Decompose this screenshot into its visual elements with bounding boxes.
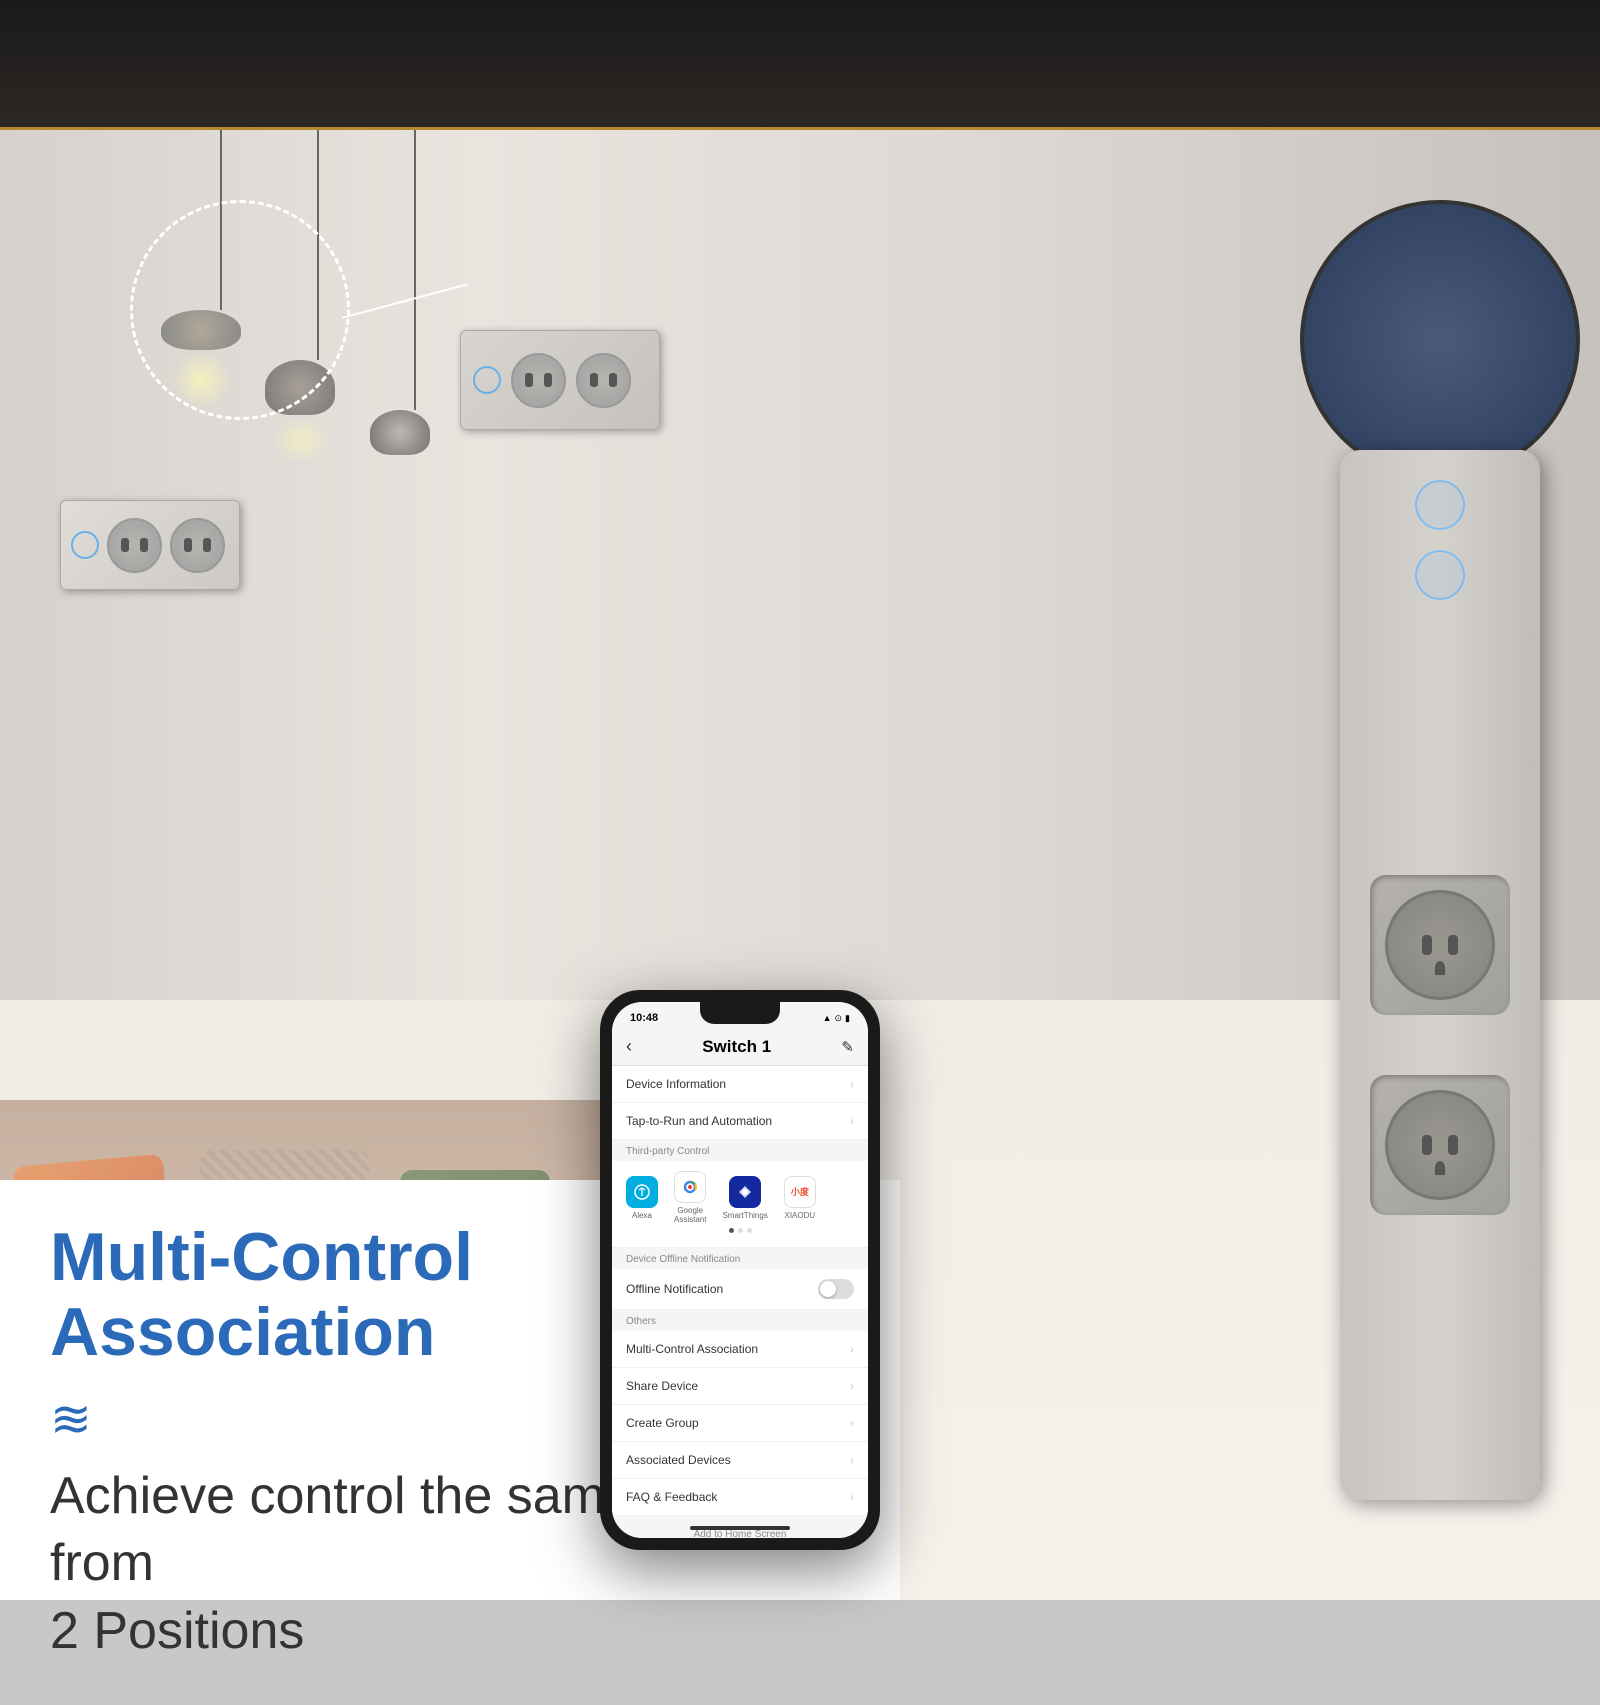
xiaodu-item[interactable]: 小度 XIAODU: [784, 1176, 816, 1220]
chevron-icon-associated: ›: [850, 1453, 854, 1467]
chevron-icon-multi-control: ›: [850, 1342, 854, 1356]
alexa-icon: [626, 1176, 658, 1208]
menu-item-share-device[interactable]: Share Device ›: [612, 1368, 868, 1405]
touch-button-2[interactable]: [473, 366, 501, 394]
battery-icon: ▮: [845, 1013, 850, 1024]
google-assistant-icon: [674, 1171, 706, 1203]
switch-panel-center: [460, 330, 660, 430]
offline-notification-toggle[interactable]: [818, 1279, 854, 1299]
menu-item-faq-label: FAQ & Feedback: [626, 1490, 717, 1504]
touch-button-1[interactable]: [71, 531, 99, 559]
outlet-slot-left-2: [1422, 1135, 1432, 1155]
ceiling: [0, 0, 1600, 130]
app-title: Switch 1: [632, 1037, 841, 1057]
others-label: Others: [626, 1316, 656, 1327]
menu-item-faq[interactable]: FAQ & Feedback ›: [612, 1479, 868, 1516]
status-time: 10:48: [630, 1012, 658, 1024]
menu-item-create-group-label: Create Group: [626, 1416, 699, 1430]
device-touch-button-2[interactable]: [1415, 550, 1465, 600]
subtitle-line2: 2 Positions: [50, 1602, 304, 1660]
device-touch-button-1[interactable]: [1415, 480, 1465, 530]
third-party-section-header: Third-party Control: [612, 1140, 868, 1161]
menu-item-multi-control-label: Multi-Control Association: [626, 1342, 758, 1356]
google-assistant-label: GoogleAssistant: [674, 1206, 706, 1224]
outlet-slot-left-1: [1422, 935, 1432, 955]
socket-outlet-3: [511, 353, 566, 408]
chevron-icon-create-group: ›: [850, 1416, 854, 1430]
socket-outlet-1: [107, 518, 162, 573]
menu-item-associated-devices[interactable]: Associated Devices ›: [612, 1442, 868, 1479]
outlet-slots-1: [1422, 935, 1458, 955]
smart-switch-device: [1340, 450, 1540, 1500]
offline-notification-row[interactable]: Offline Notification: [612, 1269, 868, 1310]
toggle-knob: [820, 1281, 836, 1297]
phone-mockup: 10:48 ▲ ⊙ ▮ ‹ Switch 1 ✎ Device Informat…: [600, 990, 880, 1550]
signal-icon: ▲: [823, 1013, 832, 1023]
menu-item-create-group[interactable]: Create Group ›: [612, 1405, 868, 1442]
third-party-section: Alexa GoogleAssistant: [612, 1161, 868, 1248]
others-section-header: Others: [612, 1310, 868, 1331]
wall-decoration-circle: [1300, 200, 1580, 480]
phone-screen: 10:48 ▲ ⊙ ▮ ‹ Switch 1 ✎ Device Informat…: [612, 1002, 868, 1538]
chevron-icon-tap-run: ›: [850, 1114, 854, 1128]
menu-item-share-device-label: Share Device: [626, 1379, 698, 1393]
phone-notch: [700, 1002, 780, 1024]
carousel-dots: [626, 1224, 854, 1237]
device-outlet-2: [1370, 1075, 1510, 1215]
outlet-ground-2: [1435, 1161, 1445, 1175]
pendant-light-3: [400, 130, 430, 455]
outlet-face-1: [1385, 890, 1495, 1000]
chevron-icon-share: ›: [850, 1379, 854, 1393]
third-party-label: Third-party Control: [626, 1146, 709, 1157]
alexa-label: Alexa: [632, 1211, 652, 1220]
smartthings-label: SmartThings: [722, 1211, 767, 1220]
xiaodu-label: XIAODU: [784, 1211, 815, 1220]
alexa-item[interactable]: Alexa: [626, 1176, 658, 1220]
device-outlet-1: [1370, 875, 1510, 1015]
menu-item-tap-run[interactable]: Tap-to-Run and Automation ›: [612, 1103, 868, 1140]
outlet-face-2: [1385, 1090, 1495, 1200]
notification-section-header: Device Offline Notification: [612, 1248, 868, 1269]
socket-outlet-2: [170, 518, 225, 573]
xiaodu-icon: 小度: [784, 1176, 816, 1208]
smartthings-item[interactable]: SmartThings: [722, 1176, 767, 1220]
menu-item-associated-devices-label: Associated Devices: [626, 1453, 731, 1467]
annotation-circle: [130, 200, 350, 420]
socket-outlet-4: [576, 353, 631, 408]
third-party-icons-row: Alexa GoogleAssistant: [626, 1171, 854, 1224]
outlet-slot-right-1: [1448, 935, 1458, 955]
wifi-icon: ⊙: [835, 1013, 843, 1024]
outlet-ground-1: [1435, 961, 1445, 975]
dot-2: [738, 1228, 743, 1233]
home-indicator: [690, 1526, 790, 1530]
smartthings-icon: [729, 1176, 761, 1208]
dot-1: [729, 1228, 734, 1233]
offline-notification-label: Offline Notification: [626, 1282, 723, 1296]
phone-app-header: ‹ Switch 1 ✎: [612, 1030, 868, 1065]
notification-label: Device Offline Notification: [626, 1254, 740, 1265]
outlet-slots-2: [1422, 1135, 1458, 1155]
menu-item-tap-run-label: Tap-to-Run and Automation: [626, 1114, 772, 1128]
menu-item-device-info-label: Device Information: [626, 1077, 726, 1091]
menu-item-device-info[interactable]: Device Information ›: [612, 1066, 868, 1103]
edit-button[interactable]: ✎: [841, 1038, 854, 1056]
chevron-icon-device-info: ›: [850, 1077, 854, 1091]
status-icons: ▲ ⊙ ▮: [823, 1013, 850, 1024]
add-home-screen-label: Add to Home Screen: [694, 1529, 787, 1538]
google-assistant-item[interactable]: GoogleAssistant: [674, 1171, 706, 1224]
outlet-slot-right-2: [1448, 1135, 1458, 1155]
menu-item-multi-control[interactable]: Multi-Control Association ›: [612, 1331, 868, 1368]
dot-3: [747, 1228, 752, 1233]
phone-frame: 10:48 ▲ ⊙ ▮ ‹ Switch 1 ✎ Device Informat…: [600, 990, 880, 1550]
chevron-icon-faq: ›: [850, 1490, 854, 1504]
switch-panel-left: [60, 500, 240, 590]
